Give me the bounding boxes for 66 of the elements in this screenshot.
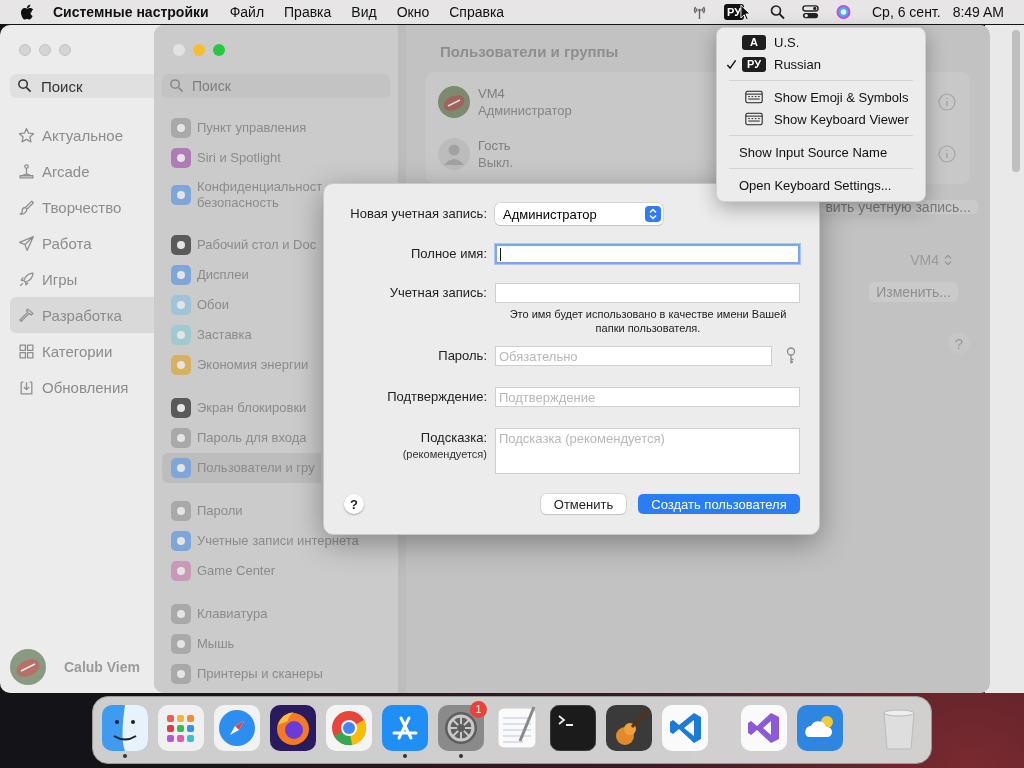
search-field[interactable]: Поиск [10, 74, 154, 98]
app-menu[interactable]: Системные настройки [53, 4, 209, 20]
sidebar-item[interactable]: Обои [162, 290, 232, 320]
user-name[interactable]: Calub Viem [64, 659, 140, 675]
sidebar-item[interactable]: Рабочий стол и Doc [162, 230, 319, 260]
field-label: Полное имя: [411, 245, 487, 263]
date-text[interactable]: Ср, 6 сент. [872, 4, 941, 20]
field-label: Подсказка: [420, 429, 487, 447]
sidebar-item[interactable]: Игры [10, 261, 154, 297]
add-account-button[interactable]: вить учетную запись... [818, 200, 978, 214]
menu-item[interactable]: Файл [229, 4, 265, 20]
sidebar-item[interactable]: Экран блокировки [162, 393, 309, 423]
account-type-popup[interactable]: Администратор [495, 203, 663, 225]
menu-item[interactable]: Окно [396, 4, 430, 20]
cancel-button[interactable]: Отменить [541, 494, 626, 514]
sidebar-item[interactable]: Актуальное [10, 117, 154, 153]
menu-item[interactable]: РУ Russian [717, 53, 925, 75]
sidebar-item[interactable]: Пароль для входа [162, 423, 309, 453]
user-name: VM4 [478, 86, 506, 101]
sidebar-item[interactable]: Обновления [10, 369, 154, 405]
sidebar-item[interactable]: Творчество [10, 189, 154, 225]
sidebar-item[interactable]: Arcade [10, 153, 154, 189]
sidebar-item[interactable]: Siri и Spotlight [162, 143, 283, 173]
input-field[interactable]: Подсказка (рекомендуется) [495, 428, 800, 474]
sidebar-item[interactable]: Мышь [162, 629, 237, 659]
sidebar-item[interactable]: Категории [10, 333, 154, 369]
field-sublabel: (рекомендуется) [402, 448, 487, 460]
menu-item[interactable]: Справка [449, 4, 505, 20]
field-label: Учетная запись: [389, 284, 487, 302]
sidebar-item[interactable]: Пароли [162, 496, 245, 526]
menu-item[interactable]: Вид [351, 4, 377, 20]
field-label: Подтверждение: [387, 388, 487, 406]
sidebar-item[interactable]: Учетные записи интернета [162, 526, 361, 556]
sidebar-item[interactable]: Клавиатура [162, 599, 270, 629]
menu-item[interactable]: Show Keyboard Viewer [717, 108, 925, 130]
sidebar-item[interactable]: Экономия энергии [162, 350, 311, 380]
search-field[interactable]: Поиск [162, 74, 390, 98]
sidebar-item[interactable]: Заставка [162, 320, 254, 350]
input-field[interactable]: Подтверждение [495, 387, 800, 407]
sidebar-item[interactable]: Пункт управления [162, 113, 309, 143]
menu-item[interactable]: Show Emoji & Symbols [717, 86, 925, 108]
menu-item[interactable]: Open Keyboard Settings... [717, 174, 925, 196]
sidebar-item[interactable]: Game Center [162, 556, 278, 586]
field-label: Новая учетная запись: [349, 205, 487, 223]
field-note: Это имя будет использовано в качестве имени Вашей папки пользователя. [508, 307, 788, 335]
time-text[interactable]: 8:49 AM [952, 4, 1004, 20]
sidebar-item[interactable]: Конфиденциальност безопасность [162, 173, 325, 217]
user-name: Гость [478, 138, 512, 153]
language-badge: A [742, 34, 766, 50]
sidebar-item[interactable]: Дисплеи [162, 260, 251, 290]
language-badge: РУ [742, 56, 766, 72]
password-field[interactable]: Обязательно [495, 346, 772, 366]
create-user-button[interactable]: Создать пользователя [638, 494, 800, 514]
sidebar-item[interactable]: Принтеры и сканеры [162, 659, 325, 689]
user-role: Выкл. [478, 155, 514, 170]
sidebar-item[interactable]: Работа [10, 225, 154, 261]
menu-item[interactable]: A U.S. [717, 31, 925, 53]
edit-button[interactable]: Изменить... [869, 282, 958, 302]
field-label: Пароль: [438, 347, 487, 365]
sidebar-item[interactable]: Разработка [10, 297, 154, 333]
menu-item[interactable]: Правка [284, 4, 332, 20]
help-button[interactable]: ? [948, 332, 970, 354]
notification-badge: 1 [470, 701, 487, 718]
menu-item[interactable]: Show Input Source Name [717, 141, 925, 163]
user-role: Администратор [478, 103, 572, 118]
help-button[interactable]: ? [344, 494, 364, 514]
